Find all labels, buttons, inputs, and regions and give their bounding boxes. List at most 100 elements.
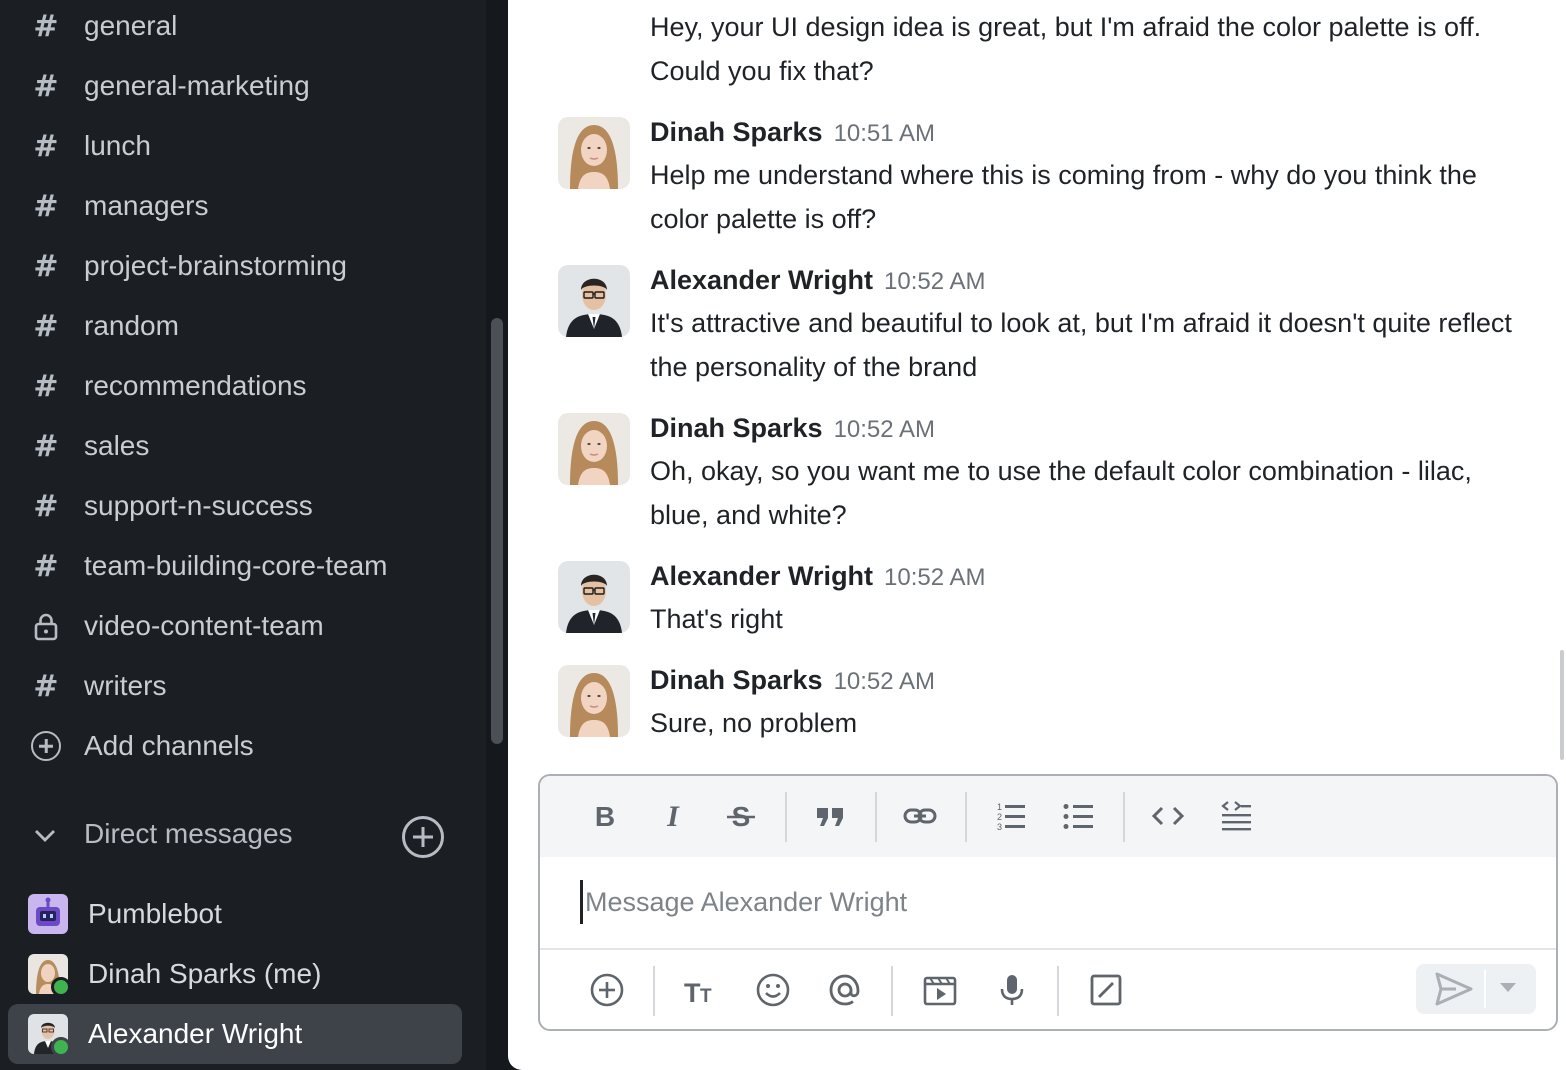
toolbar-divider [1123,792,1125,842]
dm-label: Alexander Wright [88,1018,303,1049]
hash-icon: # [33,368,59,404]
woman-avatar[interactable] [558,413,630,485]
slash-command-icon[interactable] [1082,966,1130,1014]
dm-item-alexander-wright[interactable]: Alexander Wright [8,1004,462,1064]
message-header: Dinah Sparks 10:52 AM [650,665,935,696]
lock-icon [34,613,58,641]
hash-icon: # [33,8,59,44]
app-window: # general # general-marketing # lunch # … [0,0,1566,1070]
send-icon [1435,972,1473,1006]
toolbar-divider [965,792,967,842]
author-name[interactable]: Dinah Sparks [650,665,823,696]
message-composer: B I S 123 Message Alexander Wright T T [538,774,1558,1031]
send-button[interactable] [1416,964,1536,1014]
channel-label: video-content-team [84,610,324,641]
svg-text:2: 2 [997,812,1002,822]
hash-icon: # [33,428,59,464]
italic-icon[interactable]: I [649,794,697,838]
dm-label: Pumblebot [88,898,222,929]
channel-item-sales[interactable]: # sales [0,416,486,476]
woman-avatar[interactable] [558,665,630,737]
channel-label: random [84,310,179,341]
channel-item-video-content-team[interactable]: video-content-team [0,596,486,656]
emoji-icon[interactable] [749,966,797,1014]
woman-avatar[interactable] [558,117,630,189]
hash-icon: # [33,68,59,104]
svg-text:1: 1 [997,802,1002,812]
direct-messages-label: Direct messages [84,818,293,849]
author-name[interactable]: Dinah Sparks [650,117,823,148]
channel-item-lunch[interactable]: # lunch [0,116,486,176]
svg-text:T: T [684,978,701,1008]
message-input[interactable] [580,880,1520,924]
channel-item-general[interactable]: # general [0,0,486,56]
man-avatar[interactable] [558,561,630,633]
link-icon[interactable] [896,794,944,838]
add-direct-message-button[interactable] [402,816,444,858]
hash-icon: # [33,188,59,224]
message-header: Alexander Wright 10:52 AM [650,561,985,592]
message-time: 10:52 AM [833,416,935,443]
message-time: 10:52 AM [884,268,986,295]
online-status-icon [51,977,71,997]
sidebar-scrollbar[interactable] [491,318,503,744]
channel-label: general-marketing [84,70,310,101]
channel-item-project-brainstorming[interactable]: # project-brainstorming [0,236,486,296]
svg-text:T: T [700,986,712,1007]
send-divider [1484,970,1486,1008]
chat-scrollbar[interactable] [1560,650,1564,760]
channel-label: project-brainstorming [84,250,347,281]
author-name[interactable]: Alexander Wright [650,561,873,592]
channel-item-managers[interactable]: # managers [0,176,486,236]
format-toolbar: B I S 123 [540,776,1556,857]
text-format-icon[interactable]: TT [677,966,725,1014]
channel-item-recommendations[interactable]: # recommendations [0,356,486,416]
message-text: Oh, okay, so you want me to use the defa… [650,456,1472,530]
quote-icon[interactable] [807,794,855,838]
message-time: 10:52 AM [833,668,935,695]
chevron-down-icon[interactable] [1500,983,1516,992]
code-block-icon[interactable] [1212,794,1260,838]
author-name[interactable]: Dinah Sparks [650,413,823,444]
message-header: Dinah Sparks 10:51 AM [650,117,935,148]
channel-item-general-marketing[interactable]: # general-marketing [0,56,486,116]
channel-label: recommendations [84,370,307,401]
bot-avatar [28,894,68,934]
author-name[interactable]: Alexander Wright [650,265,873,296]
hash-icon: # [33,548,59,584]
message-text: Hey, your UI design idea is great, but I… [650,12,1482,86]
channel-label: sales [84,430,150,461]
channel-item-writers[interactable]: # writers [0,656,486,716]
strikethrough-icon[interactable]: S [717,794,765,838]
hash-icon: # [33,248,59,284]
message-text: It's attractive and beautiful to look at… [650,308,1512,382]
add-channels-button[interactable]: Add channels [0,716,486,776]
mention-icon[interactable] [821,966,869,1014]
microphone-icon[interactable] [988,966,1036,1014]
video-clip-icon[interactable] [916,966,964,1014]
svg-text:I: I [666,800,680,833]
hash-icon: # [33,488,59,524]
online-status-icon [51,1037,71,1057]
channel-label: support-n-success [84,490,313,521]
channel-label: team-building-core-team [84,550,388,581]
direct-messages-header[interactable]: Direct messages [0,804,486,864]
channel-item-support-n-success[interactable]: # support-n-success [0,476,486,536]
channel-item-random[interactable]: # random [0,296,486,356]
message-time: 10:52 AM [884,564,986,591]
dm-item-pumblebot[interactable]: Pumblebot [8,884,462,944]
channel-label: general [84,10,178,41]
channel-item-team-building-core-team[interactable]: # team-building-core-team [0,536,486,596]
man-avatar[interactable] [558,265,630,337]
code-icon[interactable] [1144,794,1192,838]
message-text: Help me understand where this is coming … [650,160,1477,234]
channel-label: lunch [84,130,151,161]
dm-item-dinah-sparks[interactable]: Dinah Sparks (me) [8,944,462,1004]
hash-icon: # [33,668,59,704]
bold-icon[interactable]: B [581,794,629,838]
toolbar-divider [891,966,893,1016]
ordered-list-icon[interactable]: 123 [986,794,1034,838]
attach-plus-icon[interactable] [583,966,631,1014]
chevron-down-icon [35,830,55,842]
bullet-list-icon[interactable] [1054,794,1102,838]
